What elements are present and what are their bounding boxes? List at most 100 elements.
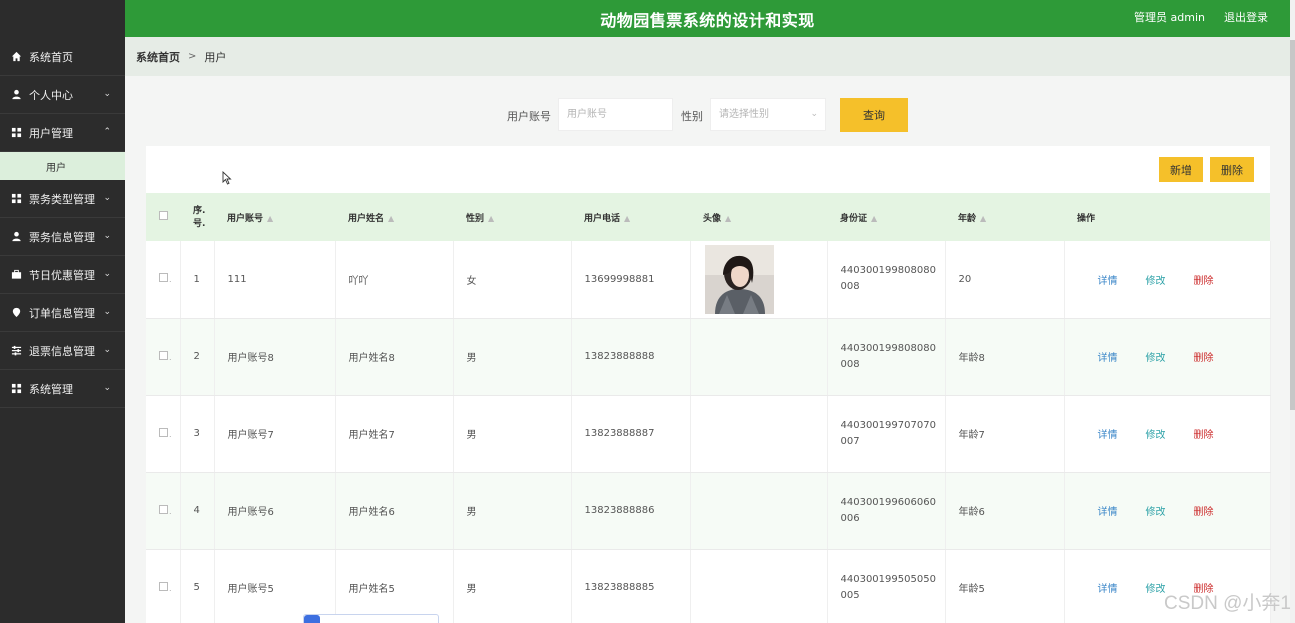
row-checkbox[interactable] xyxy=(159,504,168,514)
cell-age: 年龄5 xyxy=(945,549,1065,623)
header-idcard[interactable]: 身份证 ▲ xyxy=(827,193,945,241)
grid-icon xyxy=(10,383,22,395)
sidebar-item-4[interactable]: 票务信息管理 ⌄ xyxy=(0,218,125,256)
chevron-down-icon: ⌄ xyxy=(103,269,111,279)
location-pin-icon xyxy=(10,307,22,319)
row-delete-button[interactable]: 删除 xyxy=(1194,353,1214,364)
row-select-cell[interactable]: . xyxy=(146,549,181,623)
row-checkbox[interactable] xyxy=(159,273,168,283)
cell-name: 用户姓名6 xyxy=(335,472,454,550)
query-button[interactable]: 查询 xyxy=(840,98,908,132)
account-label: 用户账号 xyxy=(507,110,551,123)
briefcase-icon xyxy=(10,269,22,281)
detail-button[interactable]: 详情 xyxy=(1098,507,1118,518)
sidebar-item-label: 节日优惠管理 xyxy=(29,268,95,282)
row-select-cell[interactable]: . xyxy=(146,318,181,396)
add-button[interactable]: 新增 xyxy=(1159,157,1203,182)
header-name[interactable]: 用户姓名 ▲ xyxy=(335,193,453,241)
table-body: . 1 111 吖吖女 13699998881 440300199808080008 20 详… xyxy=(146,241,1271,623)
detail-button[interactable]: 详情 xyxy=(1098,430,1118,441)
sort-icon[interactable]: ▲ xyxy=(725,214,731,223)
cell-ops: 详情 修改 删除 xyxy=(1064,395,1271,473)
sort-icon[interactable]: ▲ xyxy=(624,214,630,223)
row-select-cell[interactable]: . xyxy=(146,472,181,550)
header-age-label: 年龄 xyxy=(958,213,977,224)
scrollbar-thumb[interactable] xyxy=(1290,40,1295,410)
sidebar-item-label: 票务类型管理 xyxy=(29,192,95,206)
sort-icon[interactable]: ▲ xyxy=(488,214,494,223)
row-checkbox[interactable] xyxy=(159,427,168,437)
breadcrumb-home[interactable]: 系统首页 xyxy=(136,49,180,65)
sidebar-item-label: 票务信息管理 xyxy=(29,230,95,244)
sidebar-item-label: 系统管理 xyxy=(29,382,73,396)
mouse-cursor-icon xyxy=(222,171,232,185)
ime-toolbar[interactable] xyxy=(303,614,439,623)
sidebar-item-label: 系统首页 xyxy=(29,50,73,64)
row-delete-button[interactable]: 删除 xyxy=(1194,276,1214,287)
cell-phone: 13823888886 xyxy=(571,472,691,550)
select-all-checkbox[interactable] xyxy=(159,211,168,220)
cell-idcard: 440300199808080008 xyxy=(827,318,946,396)
header-avatar[interactable]: 头像 ▲ xyxy=(690,193,827,241)
edit-button[interactable]: 修改 xyxy=(1146,276,1166,287)
header-phone[interactable]: 用户电话 ▲ xyxy=(571,193,690,241)
detail-button[interactable]: 详情 xyxy=(1098,584,1118,595)
row-select-cell[interactable]: . xyxy=(146,241,181,319)
cell-index: 4 xyxy=(180,472,215,550)
cell-name: 吖吖 xyxy=(335,241,454,319)
edit-button[interactable]: 修改 xyxy=(1146,430,1166,441)
batch-delete-button[interactable]: 删除 xyxy=(1210,157,1254,182)
header-gender[interactable]: 性别 ▲ xyxy=(453,193,571,241)
detail-button[interactable]: 详情 xyxy=(1098,353,1118,364)
account-search-input[interactable]: 用户账号 xyxy=(558,98,673,131)
table-header-row: 序. 号. 用户账号 ▲︎ 用户姓名 ▲ 性别 ▲ 用户电话 ▲ 头像 ▲ 身份证 ▲ 年龄 ▲… xyxy=(146,193,1270,241)
checkbox-dot: . xyxy=(169,352,172,362)
cell-index: 1 xyxy=(180,241,215,319)
header-phone-label: 用户电话 xyxy=(584,213,621,224)
detail-button[interactable]: 详情 xyxy=(1098,276,1118,287)
page-scrollbar[interactable] xyxy=(1290,0,1295,623)
header-name-label: 用户姓名 xyxy=(348,213,385,224)
sidebar-item-7[interactable]: 退票信息管理 ⌄ xyxy=(0,332,125,370)
checkbox-dot: . xyxy=(169,275,172,285)
row-delete-button[interactable]: 删除 xyxy=(1194,430,1214,441)
header-account[interactable]: 用户账号 ▲︎ xyxy=(214,193,335,241)
sidebar-item-3[interactable]: 票务类型管理 ⌄ xyxy=(0,180,125,218)
cell-age: 20 xyxy=(945,241,1065,319)
cell-phone: 13823888888 xyxy=(571,318,691,396)
cell-age: 年龄7 xyxy=(945,395,1065,473)
user-avatar-image xyxy=(704,244,774,314)
cell-age: 年龄8 xyxy=(945,318,1065,396)
table-row: . 5 用户账号5 用户姓名5 男 13823888885 4403001995050500… xyxy=(146,549,1271,623)
edit-button[interactable]: 修改 xyxy=(1146,507,1166,518)
edit-button[interactable]: 修改 xyxy=(1146,353,1166,364)
sort-icon[interactable]: ▲ xyxy=(980,214,986,223)
cell-idcard: 440300199707070007 xyxy=(827,395,946,473)
cell-avatar xyxy=(690,241,828,319)
row-select-cell[interactable]: . xyxy=(146,395,181,473)
sidebar-subitem-user[interactable]: 用户 xyxy=(0,152,125,180)
header-ops-label: 操作 xyxy=(1077,213,1096,224)
sidebar-item-5[interactable]: 节日优惠管理 ⌄ xyxy=(0,256,125,294)
sort-icon[interactable]: ▲ xyxy=(871,214,877,223)
sort-icon[interactable]: ▲︎ xyxy=(267,214,273,223)
search-bar: 用户账号 用户账号 性别 请选择性别 ⌄ 查询 xyxy=(0,98,1290,132)
gender-select[interactable]: 请选择性别 ⌄ xyxy=(710,98,826,131)
sidebar-item-6[interactable]: 订单信息管理 ⌄ xyxy=(0,294,125,332)
row-checkbox[interactable] xyxy=(159,581,168,591)
cell-avatar xyxy=(690,318,828,396)
logout-link[interactable]: 退出登录 xyxy=(1224,9,1268,25)
header-age[interactable]: 年龄 ▲ xyxy=(945,193,1064,241)
cell-phone: 13699998881 xyxy=(571,241,691,319)
sidebar-item-8[interactable]: 系统管理 ⌄ xyxy=(0,370,125,408)
table-row: . 3 用户账号7 用户姓名7 男 13823888887 4403001997070700… xyxy=(146,395,1271,473)
sidebar-item-0[interactable]: 系统首页 xyxy=(0,38,125,76)
edit-button[interactable]: 修改 xyxy=(1146,584,1166,595)
chevron-down-icon: ⌄ xyxy=(103,345,111,355)
select-all-cell[interactable] xyxy=(146,193,180,241)
header-index: 序. 号. xyxy=(180,193,214,241)
sort-icon[interactable]: ▲ xyxy=(388,214,394,223)
row-checkbox[interactable] xyxy=(159,350,168,360)
chevron-down-icon: ⌄ xyxy=(103,193,111,203)
row-delete-button[interactable]: 删除 xyxy=(1194,507,1214,518)
